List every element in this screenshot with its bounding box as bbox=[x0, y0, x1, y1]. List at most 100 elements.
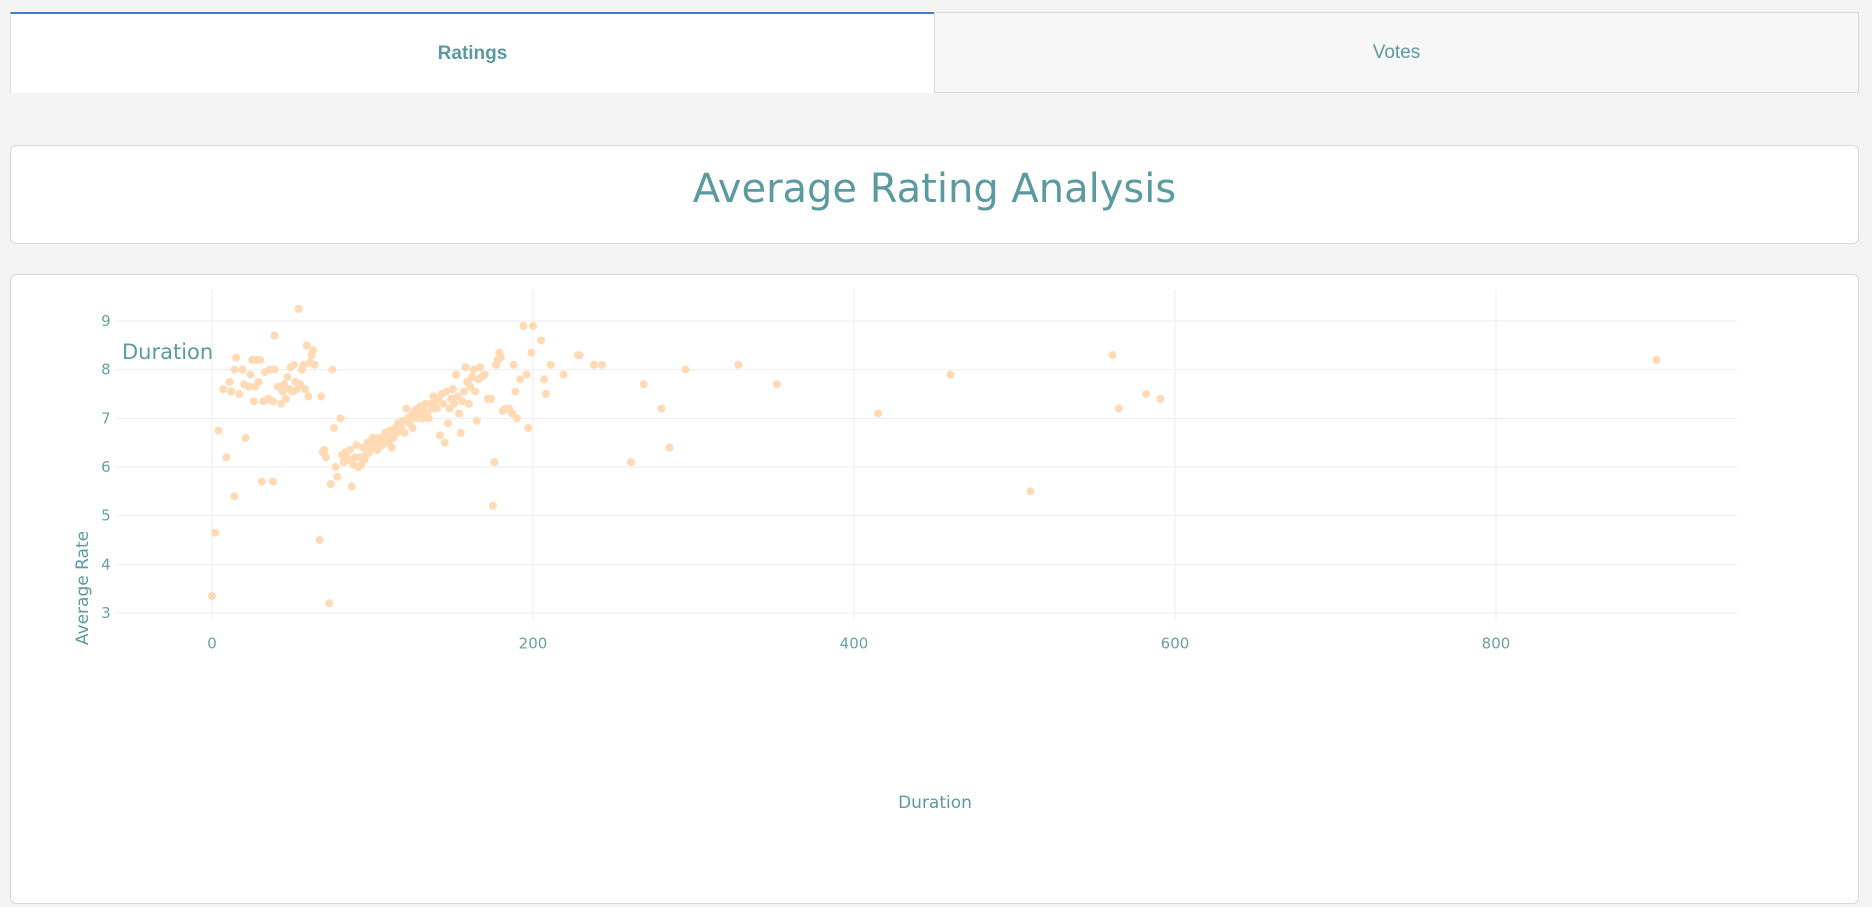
data-point[interactable] bbox=[496, 353, 505, 362]
data-point[interactable] bbox=[524, 424, 533, 433]
data-point[interactable] bbox=[424, 414, 433, 423]
data-point[interactable] bbox=[270, 331, 279, 340]
data-point[interactable] bbox=[230, 492, 239, 501]
scatter-chart[interactable]: Duration 3456789 0 200 400 600 800 Duration … bbox=[11, 275, 1858, 903]
data-point[interactable] bbox=[461, 363, 470, 372]
data-point[interactable] bbox=[476, 363, 485, 372]
data-point[interactable] bbox=[1108, 351, 1117, 360]
data-point[interactable] bbox=[310, 360, 319, 369]
data-point[interactable] bbox=[208, 591, 216, 600]
data-point[interactable] bbox=[1652, 355, 1661, 364]
data-point[interactable] bbox=[516, 375, 525, 384]
data-point[interactable] bbox=[246, 370, 255, 379]
data-point[interactable] bbox=[256, 355, 265, 364]
data-point[interactable] bbox=[320, 445, 329, 454]
data-point[interactable] bbox=[346, 445, 355, 454]
data-point[interactable] bbox=[512, 414, 521, 423]
data-point[interactable] bbox=[681, 365, 690, 374]
data-point[interactable] bbox=[480, 370, 489, 379]
data-point[interactable] bbox=[439, 399, 448, 408]
data-point[interactable] bbox=[235, 390, 244, 398]
data-point[interactable] bbox=[511, 387, 520, 396]
data-point[interactable] bbox=[408, 424, 417, 433]
data-point[interactable] bbox=[448, 385, 457, 394]
data-point[interactable] bbox=[734, 360, 743, 369]
data-point[interactable] bbox=[309, 346, 318, 355]
data-point[interactable] bbox=[435, 431, 444, 440]
data-point[interactable] bbox=[522, 370, 531, 379]
data-point[interactable] bbox=[249, 397, 258, 406]
data-point[interactable] bbox=[326, 480, 335, 489]
data-point[interactable] bbox=[281, 394, 290, 403]
data-point[interactable] bbox=[294, 304, 303, 313]
data-point[interactable] bbox=[598, 360, 607, 369]
data-point[interactable] bbox=[472, 416, 481, 425]
data-point[interactable] bbox=[657, 404, 666, 413]
data-point[interactable] bbox=[301, 385, 310, 394]
data-point[interactable] bbox=[546, 360, 555, 369]
tab-ratings[interactable]: Ratings bbox=[10, 12, 934, 93]
data-point[interactable] bbox=[222, 453, 231, 462]
data-point[interactable] bbox=[257, 477, 266, 486]
data-point[interactable] bbox=[289, 360, 298, 369]
data-point[interactable] bbox=[225, 377, 234, 386]
data-point[interactable] bbox=[626, 458, 635, 467]
data-point[interactable] bbox=[471, 387, 480, 396]
data-point[interactable] bbox=[331, 463, 340, 471]
data-point[interactable] bbox=[1142, 390, 1151, 398]
data-point[interactable] bbox=[1114, 404, 1123, 413]
data-point[interactable] bbox=[321, 453, 330, 462]
data-point[interactable] bbox=[270, 365, 279, 374]
data-point[interactable] bbox=[487, 394, 496, 403]
data-point[interactable] bbox=[529, 321, 537, 330]
data-point[interactable] bbox=[519, 321, 528, 330]
data-point[interactable] bbox=[589, 360, 598, 369]
data-point[interactable] bbox=[329, 424, 338, 433]
data-point[interactable] bbox=[211, 528, 220, 537]
data-point[interactable] bbox=[1026, 487, 1035, 496]
data-point[interactable] bbox=[400, 428, 409, 437]
data-point[interactable] bbox=[402, 404, 411, 413]
data-point[interactable] bbox=[214, 426, 223, 435]
data-point[interactable] bbox=[946, 370, 955, 379]
data-point[interactable] bbox=[575, 351, 584, 360]
data-point[interactable] bbox=[451, 370, 460, 379]
data-point[interactable] bbox=[459, 387, 468, 396]
data-point[interactable] bbox=[772, 380, 781, 389]
tab-votes[interactable]: Votes bbox=[934, 12, 1859, 93]
data-point[interactable] bbox=[241, 433, 250, 442]
data-point[interactable] bbox=[232, 353, 241, 362]
data-point[interactable] bbox=[254, 377, 263, 386]
data-point[interactable] bbox=[283, 372, 292, 381]
data-point[interactable] bbox=[304, 392, 313, 401]
data-point[interactable] bbox=[238, 365, 247, 374]
data-point[interactable] bbox=[347, 482, 356, 491]
data-point[interactable] bbox=[317, 392, 326, 401]
data-point[interactable] bbox=[227, 387, 236, 396]
data-point[interactable] bbox=[1156, 394, 1165, 403]
data-point[interactable] bbox=[336, 414, 345, 423]
data-point[interactable] bbox=[432, 404, 441, 413]
data-point[interactable] bbox=[333, 472, 342, 481]
data-point[interactable] bbox=[540, 375, 549, 384]
data-point[interactable] bbox=[488, 501, 497, 510]
data-point[interactable] bbox=[456, 428, 465, 437]
data-point[interactable] bbox=[509, 360, 518, 369]
data-point[interactable] bbox=[325, 599, 334, 608]
data-point[interactable] bbox=[537, 336, 546, 345]
data-point[interactable] bbox=[219, 385, 228, 394]
data-point[interactable] bbox=[527, 348, 536, 357]
data-point[interactable] bbox=[387, 443, 396, 452]
data-point[interactable] bbox=[541, 390, 550, 398]
data-point[interactable] bbox=[268, 477, 277, 486]
data-point[interactable] bbox=[443, 419, 452, 428]
data-point[interactable] bbox=[490, 458, 499, 467]
data-point[interactable] bbox=[302, 341, 311, 350]
data-point[interactable] bbox=[639, 380, 648, 389]
data-point[interactable] bbox=[328, 365, 337, 374]
data-point[interactable] bbox=[559, 370, 568, 379]
data-point[interactable] bbox=[665, 443, 674, 452]
data-point[interactable] bbox=[315, 536, 324, 544]
data-point[interactable] bbox=[440, 438, 449, 447]
data-point[interactable] bbox=[874, 409, 883, 418]
